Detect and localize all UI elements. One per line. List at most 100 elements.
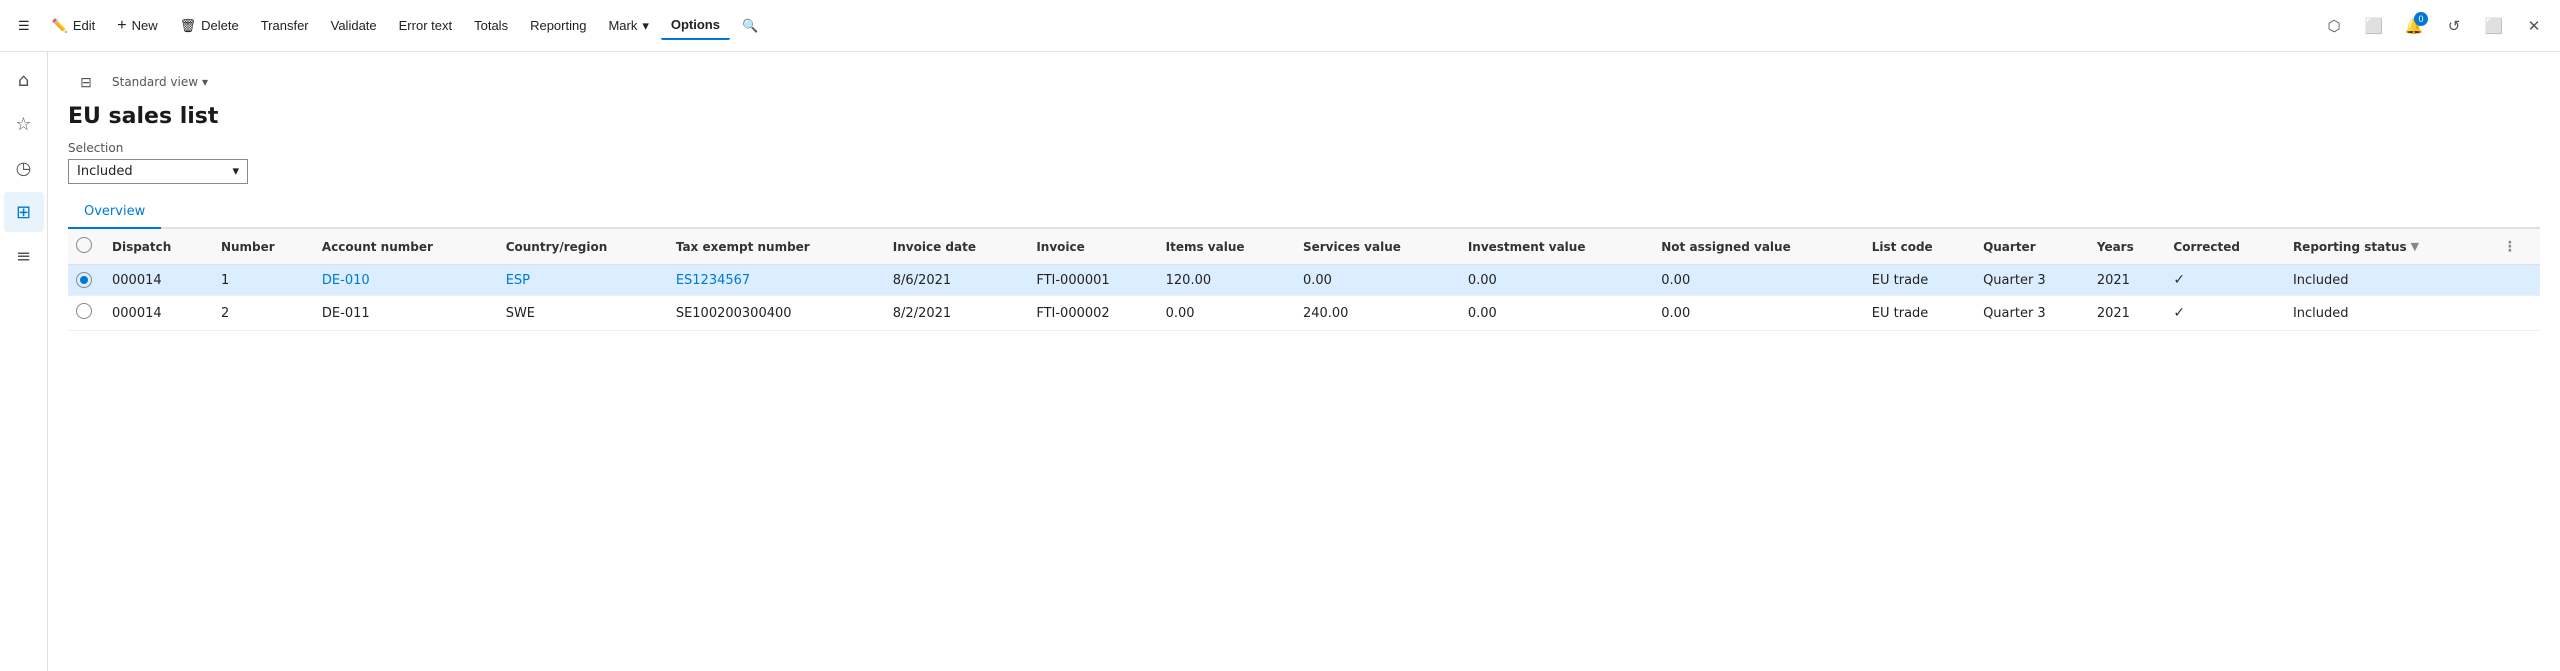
delete-icon: 🗑 — [180, 18, 197, 34]
standard-view-chevron: ▾ — [202, 75, 208, 89]
reporting-button[interactable]: Reporting — [520, 12, 596, 39]
settings-icon: ⬡ — [2327, 17, 2340, 35]
col-years[interactable]: Years — [2089, 229, 2166, 265]
edit-icon: ✏️ — [52, 18, 68, 34]
table-container: Dispatch Number Account number Country/r… — [68, 229, 2540, 671]
notification-button[interactable]: 🔔 0 — [2396, 8, 2432, 44]
hamburger-menu[interactable]: ☰ — [8, 12, 40, 40]
options-button[interactable]: Options — [661, 11, 730, 40]
row1-reportingstatus: Included — [2285, 265, 2491, 296]
row1-corrected: ✓ — [2165, 265, 2285, 296]
main-content: ⊟ Standard view ▾ EU sales list Selectio… — [48, 52, 2560, 671]
row2-number: 2 — [213, 296, 314, 331]
transfer-button[interactable]: Transfer — [251, 12, 319, 39]
selection-dropdown[interactable]: Included ▾ — [68, 159, 248, 184]
refresh-button[interactable]: ↺ — [2436, 8, 2472, 44]
row1-number: 1 — [213, 265, 314, 296]
table-row[interactable]: 000014 1 DE-010 ESP ES1234567 8/6/2021 F… — [68, 265, 2540, 296]
col-country[interactable]: Country/region — [498, 229, 668, 265]
col-notassigned[interactable]: Not assigned value — [1653, 229, 1864, 265]
row2-items: 0.00 — [1158, 296, 1295, 331]
col-invoicedate[interactable]: Invoice date — [885, 229, 1029, 265]
row1-tax-link[interactable]: ES1234567 — [676, 273, 750, 288]
delete-button[interactable]: 🗑 Delete — [170, 12, 249, 40]
col-quarter[interactable]: Quarter — [1975, 229, 2089, 265]
row1-account-link[interactable]: DE-010 — [322, 273, 370, 288]
sidebar-item-recent[interactable]: ◷ — [4, 148, 44, 188]
restore-button[interactable]: ⬜ — [2476, 8, 2512, 44]
sidebar-item-home[interactable]: ⌂ — [4, 60, 44, 100]
col-items[interactable]: Items value — [1158, 229, 1295, 265]
row2-invoicedate: 8/2/2021 — [885, 296, 1029, 331]
panel-icon-btn[interactable]: ⬜ — [2356, 8, 2392, 44]
row2-notassigned: 0.00 — [1653, 296, 1864, 331]
sidebar-item-grid[interactable]: ⊞ — [4, 192, 44, 232]
validate-button[interactable]: Validate — [321, 12, 387, 39]
col-dispatch[interactable]: Dispatch — [104, 229, 213, 265]
sidebar-item-favorites[interactable]: ☆ — [4, 104, 44, 144]
restore-icon: ⬜ — [2485, 17, 2504, 35]
settings-icon-btn[interactable]: ⬡ — [2316, 8, 2352, 44]
filter-button[interactable]: ⊟ — [68, 64, 104, 100]
mark-button[interactable]: Mark ▾ — [598, 12, 658, 40]
col-number[interactable]: Number — [213, 229, 314, 265]
row1-invoice: FTI-000001 — [1028, 265, 1157, 296]
standard-view-label: Standard view — [112, 75, 198, 89]
table-header-row: Dispatch Number Account number Country/r… — [68, 229, 2540, 265]
reporting-status-filter-icon[interactable]: ▼ — [2411, 240, 2419, 253]
col-corrected[interactable]: Corrected — [2165, 229, 2285, 265]
row2-corrected: ✓ — [2165, 296, 2285, 331]
col-more[interactable]: ⋮ — [2491, 229, 2540, 265]
new-icon: + — [117, 17, 126, 35]
error-text-button[interactable]: Error text — [389, 12, 462, 39]
row1-country-link[interactable]: ESP — [506, 273, 530, 288]
selection-label: Selection — [68, 141, 2540, 155]
header-radio[interactable] — [76, 237, 92, 253]
title-bar: ☰ ✏️ Edit + New 🗑 Delete Transfer Valida… — [0, 0, 2560, 52]
row1-investment: 0.00 — [1460, 265, 1653, 296]
row2-investment: 0.00 — [1460, 296, 1653, 331]
col-invoice[interactable]: Invoice — [1028, 229, 1157, 265]
row1-radio[interactable] — [76, 272, 92, 288]
row1-services: 0.00 — [1295, 265, 1460, 296]
row2-radio[interactable] — [76, 303, 92, 319]
row2-radio-cell[interactable] — [68, 296, 104, 331]
row1-country[interactable]: ESP — [498, 265, 668, 296]
edit-button[interactable]: ✏️ Edit — [42, 12, 106, 40]
selection-value: Included — [77, 164, 133, 179]
col-tax[interactable]: Tax exempt number — [668, 229, 885, 265]
row1-radio-cell[interactable] — [68, 265, 104, 296]
tabs: Overview — [68, 196, 2540, 229]
column-more-icon[interactable]: ⋮ — [2503, 239, 2517, 255]
sidebar-item-list[interactable]: ≡ — [4, 236, 44, 276]
col-investment[interactable]: Investment value — [1460, 229, 1653, 265]
row1-account[interactable]: DE-010 — [314, 265, 498, 296]
totals-button[interactable]: Totals — [464, 12, 518, 39]
row1-items: 120.00 — [1158, 265, 1295, 296]
col-listcode[interactable]: List code — [1864, 229, 1975, 265]
page-title: EU sales list — [68, 104, 2540, 129]
standard-view-selector[interactable]: Standard view ▾ — [112, 75, 208, 89]
row1-tax[interactable]: ES1234567 — [668, 265, 885, 296]
table-row[interactable]: 000014 2 DE-011 SWE SE100200300400 8/2/2… — [68, 296, 2540, 331]
col-services[interactable]: Services value — [1295, 229, 1460, 265]
close-button[interactable]: ✕ — [2516, 8, 2552, 44]
search-button[interactable]: 🔍 — [732, 12, 768, 40]
row2-account: DE-011 — [314, 296, 498, 331]
row2-country: SWE — [498, 296, 668, 331]
row2-tax: SE100200300400 — [668, 296, 885, 331]
row2-reportingstatus: Included — [2285, 296, 2491, 331]
row1-listcode: EU trade — [1864, 265, 1975, 296]
title-bar-right: ⬡ ⬜ 🔔 0 ↺ ⬜ ✕ — [2316, 8, 2552, 44]
row2-dispatch: 000014 — [104, 296, 213, 331]
col-account[interactable]: Account number — [314, 229, 498, 265]
tab-overview[interactable]: Overview — [68, 196, 161, 229]
row2-listcode: EU trade — [1864, 296, 1975, 331]
col-reportingstatus[interactable]: Reporting status ▼ — [2285, 229, 2491, 265]
row1-invoicedate: 8/6/2021 — [885, 265, 1029, 296]
col-radio — [68, 229, 104, 265]
row2-invoice: FTI-000002 — [1028, 296, 1157, 331]
search-icon: 🔍 — [742, 18, 758, 34]
new-button[interactable]: + New — [107, 11, 167, 41]
sidebar: ⌂ ☆ ◷ ⊞ ≡ — [0, 52, 48, 671]
